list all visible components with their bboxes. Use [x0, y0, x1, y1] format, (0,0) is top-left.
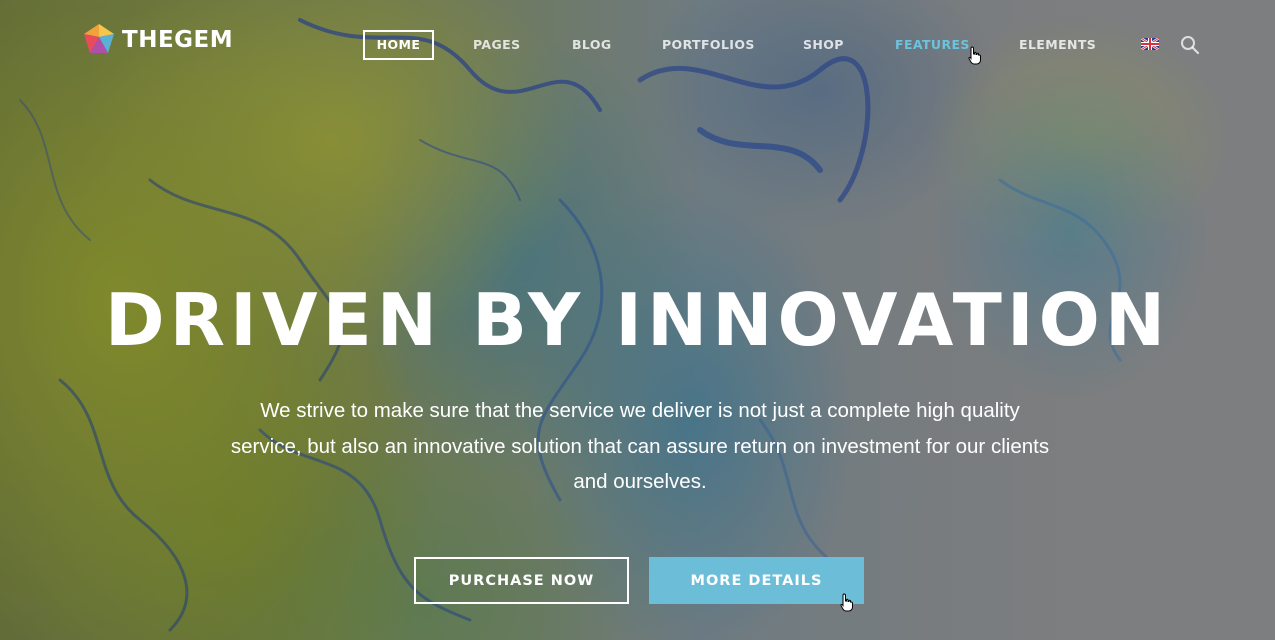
more-details-button[interactable]: MORE DETAILS: [649, 557, 864, 604]
gem-logo-icon: [84, 24, 114, 53]
search-icon[interactable]: [1180, 35, 1200, 55]
hero-description: We strive to make sure that the service …: [215, 393, 1065, 500]
nav-item-home[interactable]: HOME: [363, 30, 434, 60]
site-logo[interactable]: THEGEM: [82, 22, 233, 58]
purchase-now-button[interactable]: PURCHASE NOW: [414, 557, 629, 604]
hand-cursor-icon: [968, 46, 981, 65]
brand-name: THEGEM: [122, 27, 234, 53]
hero-description-line: service, but also an innovative solution…: [230, 434, 1050, 458]
nav-item-pages[interactable]: PAGES: [473, 30, 521, 60]
nav-item-shop[interactable]: SHOP: [803, 30, 844, 60]
nav-item-portfolios[interactable]: PORTFOLIOS: [662, 30, 755, 60]
hand-cursor-icon: [840, 593, 853, 612]
hero-title: DRIVEN BY INNOVATION: [104, 278, 1171, 362]
nav-item-elements[interactable]: ELEMENTS: [1019, 30, 1096, 60]
nav-item-blog[interactable]: BLOG: [572, 30, 612, 60]
uk-flag-icon[interactable]: [1141, 38, 1159, 50]
hero-description-line: and ourselves.: [573, 470, 707, 493]
hero-description-line: We strive to make sure that the service …: [260, 399, 1020, 422]
site-header: THEGEM HOME PAGES BLOG PORTFOLIOS SHOP F…: [0, 0, 1275, 90]
nav-item-features[interactable]: FEATURES: [895, 30, 970, 60]
